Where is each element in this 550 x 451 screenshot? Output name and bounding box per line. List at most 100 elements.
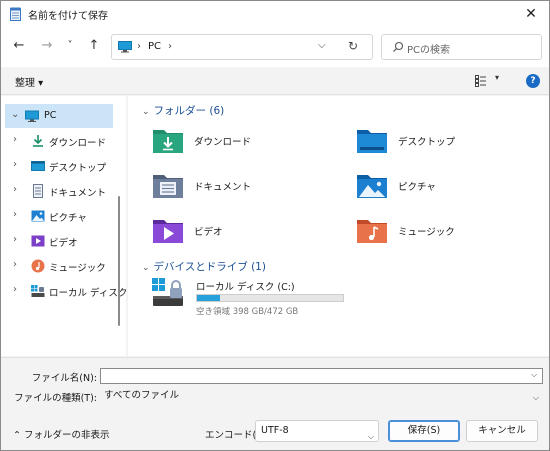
download-folder-icon — [153, 130, 183, 153]
chevron-right-icon[interactable]: › — [13, 209, 17, 220]
sidebar-item-videos[interactable]: › ビデオ — [1, 229, 113, 253]
desktop-folder-icon — [357, 130, 387, 153]
chevron-right-icon[interactable]: › — [13, 234, 17, 245]
sidebar-item-label: ピクチャ — [49, 213, 87, 224]
hide-folders-label: フォルダーの非表示 — [24, 430, 110, 441]
folder-label: ダウンロード — [194, 137, 252, 148]
save-as-dialog: 名前を付けて保存 ✕ ← → ˅ ↑ › PC › ⌵ ↻ PCの検索 整理 ▾… — [0, 0, 550, 451]
music-folder-icon — [357, 220, 387, 243]
hide-folders-button[interactable]: ⌃ フォルダーの非表示 — [13, 427, 110, 441]
recent-locations-button[interactable]: ˅ — [61, 37, 79, 55]
cancel-button[interactable]: キャンセル — [466, 420, 538, 442]
save-form: ファイル名(N): ⌵ ファイルの種類(T): すべてのファイル ⌵ — [1, 357, 549, 407]
folder-label: デスクトップ — [398, 137, 456, 148]
sidebar-item-label: ダウンロード — [49, 138, 107, 149]
download-icon — [33, 135, 43, 147]
search-placeholder: PCの検索 — [407, 45, 451, 56]
sidebar-item-pc[interactable]: ⌄ PC — [5, 104, 113, 128]
breadcrumb-separator: › — [137, 41, 141, 52]
pictures-folder-icon — [357, 175, 387, 198]
command-bar: 整理 ▾ ▾ ? — [1, 67, 549, 95]
folders-group-title: フォルダー (6) — [153, 105, 225, 117]
chevron-down-icon[interactable]: ⌵ — [368, 427, 374, 447]
devices-group-title: デバイスとドライブ (1) — [153, 261, 266, 273]
chevron-down-icon[interactable]: ⌄ — [11, 109, 19, 120]
refresh-icon[interactable]: ↻ — [348, 39, 358, 53]
forward-button[interactable]: → — [38, 37, 56, 55]
folder-music[interactable]: ミュージック — [356, 216, 536, 250]
chevron-right-icon[interactable]: › — [13, 159, 17, 170]
search-input[interactable]: PCの検索 — [381, 34, 542, 60]
file-list-pane: ⌄ フォルダー (6) ダウンロード デスクトップ ドキュメント ピクチャ ビデ… — [128, 96, 549, 356]
drive-usage-fill — [197, 295, 220, 301]
folder-pictures[interactable]: ピクチャ — [356, 171, 536, 205]
breadcrumb-pc[interactable]: PC — [148, 41, 161, 52]
desktop-icon — [31, 161, 45, 171]
filetype-select[interactable]: すべてのファイル ⌵ — [100, 388, 543, 404]
drive-label: ローカル ディスク (C:) — [196, 282, 295, 293]
save-button[interactable]: 保存(S) — [388, 420, 460, 442]
back-button[interactable]: ← — [10, 37, 28, 55]
title-bar: 名前を付けて保存 ✕ — [1, 1, 549, 27]
sidebar-item-label: PC — [44, 110, 57, 121]
filename-dropdown-icon[interactable]: ⌵ — [531, 370, 537, 380]
folder-label: ピクチャ — [398, 182, 436, 193]
filename-input[interactable] — [100, 368, 543, 384]
encoding-select[interactable]: UTF-8 ⌵ — [255, 420, 379, 442]
folder-label: ミュージック — [398, 227, 455, 238]
drive-icon — [152, 278, 183, 306]
chevron-up-icon: ⌃ — [13, 430, 21, 441]
address-bar[interactable]: › PC › ⌵ ↻ — [111, 34, 373, 60]
organize-button[interactable]: 整理 ▾ — [15, 74, 43, 89]
chevron-down-icon[interactable]: ⌄ — [142, 107, 150, 117]
videos-folder-icon — [153, 220, 183, 243]
help-icon[interactable]: ? — [526, 74, 540, 88]
folder-documents[interactable]: ドキュメント — [152, 171, 332, 205]
navigation-bar: ← → ˅ ↑ › PC › ⌵ ↻ PCの検索 — [1, 27, 549, 67]
view-dropdown-icon[interactable]: ▾ — [495, 73, 499, 82]
folder-desktop[interactable]: デスクトップ — [356, 126, 536, 160]
sidebar-item-label: デスクトップ — [49, 163, 107, 174]
chevron-right-icon[interactable]: › — [13, 134, 17, 145]
filetype-label: ファイルの種類(T): — [14, 393, 97, 404]
drive-usage-bar — [196, 294, 344, 302]
chevron-down-icon[interactable]: ⌄ — [142, 263, 150, 273]
videos-icon — [31, 235, 45, 247]
encoding-value: UTF-8 — [261, 425, 289, 436]
sidebar-item-desktop[interactable]: › デスクトップ — [1, 154, 113, 178]
search-icon — [393, 41, 404, 52]
drive-free-space: 空き領域 398 GB/472 GB — [196, 307, 299, 317]
dialog-footer: ⌃ フォルダーの非表示 エンコード(E): UTF-8 ⌵ 保存(S) キャンセ… — [1, 408, 549, 450]
drive-icon — [31, 285, 45, 297]
folder-downloads[interactable]: ダウンロード — [152, 126, 332, 160]
music-icon — [31, 259, 45, 273]
pc-icon — [25, 110, 39, 122]
sidebar-item-pictures[interactable]: › ピクチャ — [1, 204, 113, 228]
window-title: 名前を付けて保存 — [28, 11, 108, 22]
sidebar-item-label: ローカル ディスク ( — [49, 288, 135, 299]
sidebar-item-documents[interactable]: › ドキュメント — [1, 179, 113, 203]
devices-group-header[interactable]: ⌄ デバイスとドライブ (1) — [142, 259, 266, 274]
sidebar-item-downloads[interactable]: › ダウンロード — [1, 129, 113, 153]
chevron-right-icon[interactable]: › — [13, 184, 17, 195]
sidebar-scrollbar[interactable] — [118, 196, 120, 326]
navigation-pane: ⌄ PC › ダウンロード › デスクトップ › ドキュメント › ピクチャ ›… — [1, 96, 134, 356]
folders-group-header[interactable]: ⌄ フォルダー (6) — [142, 103, 224, 118]
local-disk-c[interactable]: ローカル ディスク (C:) 空き領域 398 GB/472 GB — [152, 278, 372, 318]
chevron-right-icon[interactable]: › — [13, 284, 17, 295]
view-options-icon[interactable] — [475, 75, 487, 87]
sidebar-item-local-disk[interactable]: › ローカル ディスク ( — [1, 279, 134, 303]
documents-folder-icon — [153, 175, 183, 198]
chevron-down-icon[interactable]: ⌵ — [533, 390, 539, 406]
address-dropdown-icon[interactable]: ⌵ — [318, 40, 326, 51]
sidebar-item-music[interactable]: › ミュージック — [1, 254, 113, 278]
chevron-right-icon[interactable]: › — [13, 259, 17, 270]
folder-videos[interactable]: ビデオ — [152, 216, 332, 250]
pc-icon — [118, 41, 132, 53]
up-button[interactable]: ↑ — [85, 37, 103, 55]
breadcrumb-separator[interactable]: › — [168, 41, 172, 52]
sidebar-item-label: ビデオ — [49, 238, 78, 249]
sidebar-item-label: ドキュメント — [49, 188, 107, 199]
close-button[interactable]: ✕ — [521, 5, 541, 23]
pictures-icon — [31, 210, 45, 222]
